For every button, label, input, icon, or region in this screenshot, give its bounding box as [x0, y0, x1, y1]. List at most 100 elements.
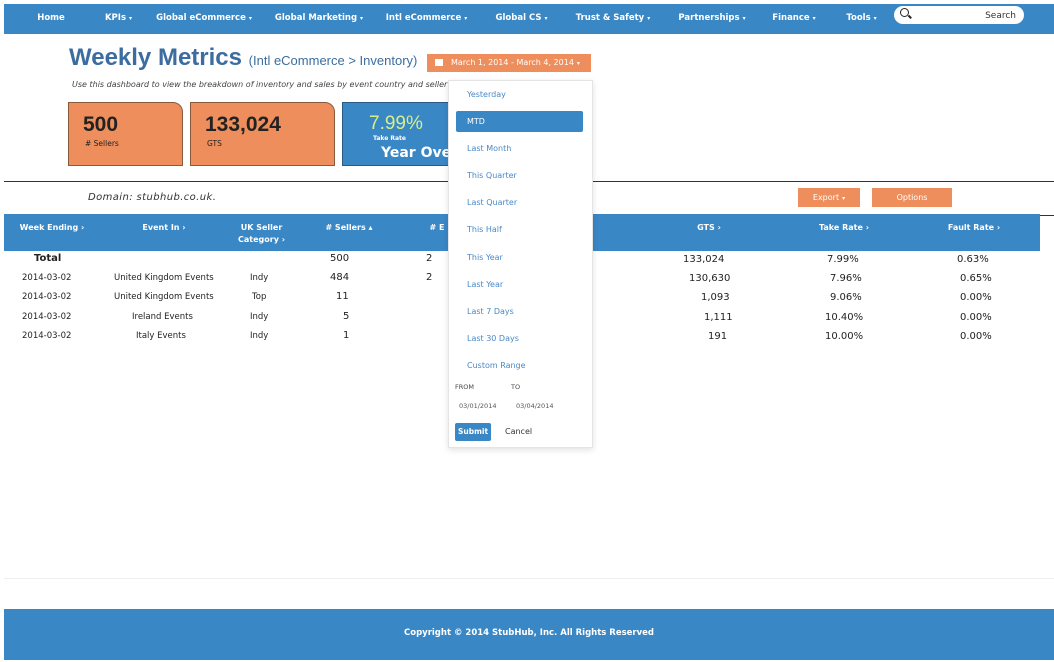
kpi-label: Take Rate: [373, 135, 406, 142]
nav-trust-safety-label: Trust & Safety: [575, 13, 645, 23]
nav-trust-safety[interactable]: Trust & Safety ▾: [567, 4, 659, 34]
cell-gts: 1,093: [701, 292, 730, 303]
page-title: Weekly Metrics (Intl eCommerce > Invento…: [69, 44, 417, 72]
submit-button[interactable]: Submit: [455, 423, 491, 441]
chevron-down-icon: ▾: [873, 15, 877, 22]
cell-event: Italy Events: [136, 331, 186, 341]
col-header-label: # E: [429, 223, 445, 232]
range-option-last-7-days[interactable]: Last 7 Days: [467, 307, 514, 316]
cell-event: United Kingdom Events: [114, 292, 214, 302]
nav-global-cs[interactable]: Global CS ▾: [484, 4, 559, 34]
cell-sellers: 5: [343, 311, 350, 322]
page-title-text: Weekly Metrics: [69, 44, 242, 71]
domain-label: Domain: stubhub.co.uk.: [88, 192, 217, 203]
cell-category: Indy: [250, 273, 269, 283]
kpi-value: 133,024: [205, 113, 281, 136]
range-option-last-year[interactable]: Last Year: [467, 280, 503, 289]
date-range-button[interactable]: March 1, 2014 - March 4, 2014 ▾: [427, 54, 591, 72]
range-option-this-half[interactable]: This Half: [467, 225, 502, 234]
range-option-last-quarter[interactable]: Last Quarter: [467, 198, 517, 207]
col-header-uk-seller-category[interactable]: UK Seller Category ›: [229, 222, 294, 246]
nav-tools[interactable]: Tools ▾: [834, 4, 889, 34]
kpi-period: Year Over: [381, 145, 458, 161]
cell-gts: 133,024: [683, 254, 725, 265]
date-range-label: March 1, 2014 - March 4, 2014: [451, 58, 574, 67]
page-description: Use this dashboard to view the breakdown…: [72, 80, 450, 89]
chevron-down-icon: ▾: [812, 15, 816, 22]
col-header-label: # Sellers: [325, 223, 366, 232]
nav-partnerships[interactable]: Partnerships ▾: [666, 4, 758, 34]
range-option-this-quarter[interactable]: This Quarter: [467, 171, 517, 180]
chevron-down-icon: ▾: [360, 15, 364, 22]
range-option-mtd[interactable]: MTD: [456, 111, 583, 132]
cell-gts: 130,630: [689, 273, 731, 284]
nav-global-cs-label: Global CS: [495, 13, 542, 23]
nav-kpis[interactable]: KPIs ▾: [96, 4, 141, 34]
cell-week: 2014-03-02: [22, 292, 72, 302]
date-range-dropdown: Yesterday MTD Last Month This Quarter La…: [448, 80, 593, 448]
cell-category: Top: [252, 292, 267, 302]
chevron-down-icon: ▾: [842, 195, 846, 202]
calendar-icon: [435, 59, 443, 66]
nav-kpis-label: KPIs: [104, 13, 127, 23]
col-header-gts[interactable]: GTS ›: [674, 222, 744, 234]
cell-fault-rate: 0.63%: [957, 254, 989, 265]
col-header-week-ending[interactable]: Week Ending ›: [12, 222, 92, 234]
cell-fault-rate: 0.00%: [960, 312, 992, 323]
from-date-input[interactable]: 03/01/2014: [459, 402, 496, 410]
search-icon: [900, 8, 909, 17]
cell-sellers: 1: [343, 330, 350, 341]
kpi-card-sellers: 500 # Sellers: [68, 102, 183, 166]
cell-e: 2: [426, 272, 433, 283]
cell-gts: 191: [708, 331, 728, 342]
nav-intl-ecommerce[interactable]: Intl eCommerce ▾: [379, 4, 474, 34]
chevron-down-icon: ▾: [248, 15, 252, 22]
export-button[interactable]: Export ▾: [798, 188, 860, 207]
col-header-label: Fault Rate: [947, 223, 995, 232]
cell-fault-rate: 0.65%: [960, 273, 992, 284]
from-label: FROM: [455, 383, 474, 391]
range-option-last-month[interactable]: Last Month: [467, 144, 511, 153]
footer-copyright: Copyright © 2014 StubHub, Inc. All Right…: [404, 628, 654, 638]
nav-finance-label: Finance: [772, 13, 810, 23]
range-option-yesterday[interactable]: Yesterday: [467, 90, 506, 99]
col-header-label: Event In: [142, 223, 180, 232]
nav-global-marketing[interactable]: Global Marketing ▾: [269, 4, 369, 34]
kpi-label: # Sellers: [85, 139, 119, 148]
range-option-custom-range[interactable]: Custom Range: [467, 361, 526, 370]
options-button[interactable]: Options: [872, 188, 952, 207]
col-header-take-rate[interactable]: Take Rate ›: [804, 222, 884, 234]
col-header-fault-rate[interactable]: Fault Rate ›: [934, 222, 1014, 234]
nav-global-ecommerce-label: Global eCommerce: [156, 13, 246, 23]
col-header-label: GTS: [697, 223, 715, 232]
cell-week: 2014-03-02: [22, 312, 72, 322]
range-option-last-30-days[interactable]: Last 30 Days: [467, 334, 519, 343]
cell-fault-rate: 0.00%: [960, 292, 992, 303]
cell-category: Indy: [250, 331, 269, 341]
chevron-down-icon: ▾: [544, 15, 548, 22]
total-label: Total: [34, 253, 62, 264]
chevron-down-icon: ▾: [576, 60, 580, 67]
col-header-event-in[interactable]: Event In ›: [114, 222, 214, 234]
to-date-input[interactable]: 03/04/2014: [516, 402, 553, 410]
nav-global-ecommerce[interactable]: Global eCommerce ▾: [154, 4, 254, 34]
chevron-down-icon: ▾: [464, 15, 468, 22]
cancel-button[interactable]: Cancel: [505, 427, 532, 436]
cell-take-rate: 7.99%: [827, 254, 859, 265]
chevron-down-icon: ▾: [742, 15, 746, 22]
kpi-value: 500: [83, 113, 119, 136]
col-header-sellers[interactable]: # Sellers ▴: [314, 222, 384, 234]
nav-home[interactable]: Home: [31, 4, 71, 34]
divider: [4, 578, 1054, 579]
kpi-label: GTS: [207, 139, 222, 148]
range-option-this-year[interactable]: This Year: [467, 253, 503, 262]
search-input[interactable]: [914, 7, 1018, 24]
nav-home-label: Home: [37, 13, 65, 23]
nav-finance[interactable]: Finance ▾: [758, 4, 830, 34]
cell-take-rate: 7.96%: [830, 273, 862, 284]
nav-global-marketing-label: Global Marketing: [274, 13, 358, 23]
page-subtitle: (Intl eCommerce > Inventory): [248, 53, 418, 68]
cell-e: 2: [426, 253, 433, 264]
cell-event: United Kingdom Events: [114, 273, 214, 283]
export-button-label: Export: [812, 193, 840, 202]
